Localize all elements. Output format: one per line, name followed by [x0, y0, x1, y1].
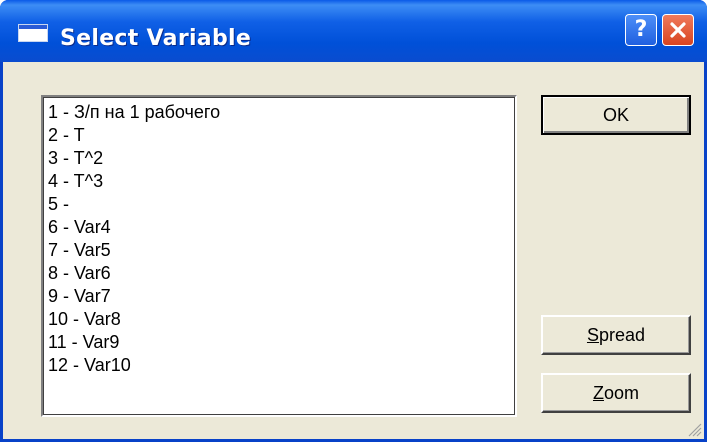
list-item[interactable]: 1 - З/п на 1 рабочего — [48, 101, 515, 124]
list-item[interactable]: 5 - — [48, 193, 515, 216]
spread-button[interactable]: Spread — [541, 315, 691, 355]
spread-mnemonic: S — [586, 324, 599, 345]
close-icon — [670, 22, 686, 38]
list-item[interactable]: 8 - Var6 — [48, 262, 515, 285]
help-button[interactable]: ? — [625, 14, 657, 46]
list-item[interactable]: 11 - Var9 — [48, 331, 515, 354]
title-bar[interactable]: Select Variable ? — [0, 0, 707, 62]
list-item[interactable]: 6 - Var4 — [48, 216, 515, 239]
list-item[interactable]: 7 - Var5 — [48, 239, 515, 262]
zoom-button[interactable]: Zoom — [541, 373, 691, 413]
list-item[interactable]: 3 - T^2 — [48, 147, 515, 170]
list-item[interactable]: 10 - Var8 — [48, 308, 515, 331]
window-title: Select Variable — [60, 26, 252, 51]
select-variable-dialog: Select Variable ? 1 - З/п на 1 рабочего … — [0, 0, 707, 442]
zoom-label: oom — [603, 382, 639, 403]
spread-label: pread — [598, 324, 646, 345]
variable-list[interactable]: 1 - З/п на 1 рабочего 2 - T 3 - T^2 4 - … — [41, 95, 517, 417]
list-item[interactable]: 4 - T^3 — [48, 170, 515, 193]
list-item[interactable]: 12 - Var10 — [48, 354, 515, 377]
ok-button[interactable]: OK — [541, 95, 691, 135]
window-icon — [18, 24, 48, 42]
close-button[interactable] — [662, 14, 694, 46]
resize-grip-icon[interactable] — [686, 421, 702, 437]
zoom-mnemonic: Z — [592, 382, 604, 403]
help-icon: ? — [634, 17, 648, 42]
list-item[interactable]: 2 - T — [48, 124, 515, 147]
list-item[interactable]: 9 - Var7 — [48, 285, 515, 308]
